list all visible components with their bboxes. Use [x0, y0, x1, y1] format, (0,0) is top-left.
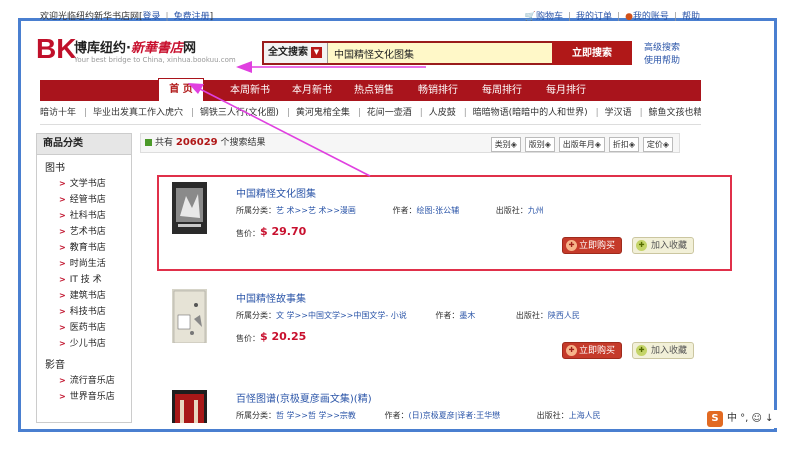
- arrow-to-result: [188, 83, 371, 177]
- annotation-arrows: [188, 61, 426, 177]
- ime-logo-icon: S: [707, 411, 723, 427]
- ime-toolbar[interactable]: S 中 °, ☺ ↓: [707, 410, 795, 428]
- arrow-to-logo: [236, 61, 426, 73]
- ime-status: 中 °, ☺ ↓: [727, 413, 774, 424]
